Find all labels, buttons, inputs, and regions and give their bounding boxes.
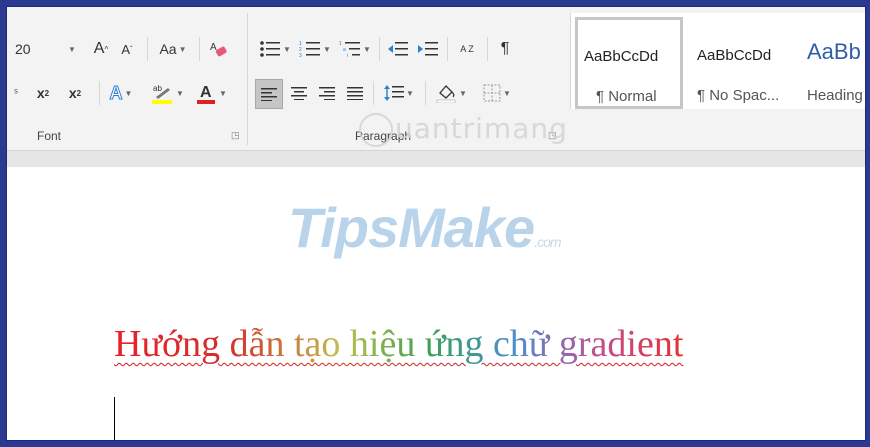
strikethrough-icon[interactable]: ˢ: [11, 81, 21, 105]
highlight-color-button[interactable]: ab ▼: [149, 81, 185, 105]
align-right-icon[interactable]: [315, 81, 339, 105]
borders-button[interactable]: ▼: [477, 81, 517, 105]
styles-gallery: AaBbCcDd ¶ Normal AaBbCcDd ¶ No Spac... …: [570, 13, 865, 109]
style-name-label: Heading: [807, 87, 863, 104]
subscript-icon[interactable]: x2: [31, 81, 55, 105]
multilevel-list-button[interactable]: 1 a i ▼: [337, 37, 373, 61]
font-size-dropdown-icon[interactable]: ▼: [65, 37, 77, 61]
text-effects-icon: A: [109, 82, 123, 103]
pilcrow-icon: ¶: [500, 40, 510, 57]
svg-text:i: i: [347, 53, 348, 58]
bullets-button[interactable]: ▼: [257, 37, 293, 61]
svg-text:3: 3: [299, 53, 302, 58]
text-cursor: [114, 397, 115, 440]
grow-font-icon[interactable]: A ^: [89, 37, 113, 61]
clear-formatting-icon[interactable]: A: [205, 37, 231, 61]
document-area-top-gap: [7, 151, 865, 168]
style-heading[interactable]: AaBb Heading: [799, 17, 865, 109]
font-size-combobox[interactable]: 20: [15, 37, 63, 61]
font-color-button[interactable]: A ▼: [193, 81, 229, 105]
justify-icon[interactable]: [343, 81, 367, 105]
shrink-font-icon[interactable]: Aˇ: [115, 37, 139, 61]
svg-text:1: 1: [339, 41, 342, 47]
style-sample-text: AaBbCcDd: [697, 47, 772, 64]
style-sample-text: AaBb: [807, 39, 861, 64]
superscript-icon[interactable]: x2: [63, 81, 87, 105]
align-left-button[interactable]: [255, 79, 283, 109]
font-group-label: Font: [37, 129, 62, 143]
increase-indent-icon[interactable]: [415, 37, 441, 61]
svg-text:ab: ab: [153, 84, 162, 93]
document-page[interactable]: TipsMake.com Hướng dẫn tạo hiệu ứng chữ …: [7, 167, 865, 440]
line-spacing-icon: [384, 85, 405, 101]
change-case-button[interactable]: Aa ▼: [153, 37, 193, 61]
bullets-icon: [260, 41, 281, 57]
font-dialog-launcher-icon[interactable]: ◳: [231, 130, 241, 140]
quantrimang-watermark: uantrimang: [359, 112, 568, 147]
multilevel-list-icon: 1ai: [339, 41, 361, 58]
font-color-icon: A: [197, 84, 216, 104]
text-effects-button[interactable]: A ▼: [105, 81, 137, 105]
font-size-value: 20: [15, 41, 31, 57]
tipsmake-watermark-logo: TipsMake.com: [288, 196, 562, 259]
sort-button[interactable]: A Z: [453, 37, 481, 61]
highlight-pen-icon: ab: [152, 84, 173, 104]
style-normal[interactable]: AaBbCcDd ¶ Normal: [575, 17, 683, 109]
align-center-icon[interactable]: [287, 81, 311, 105]
style-name-label: ¶ No Spac...: [697, 87, 780, 104]
numbering-button[interactable]: 1 2 3 ▼: [297, 37, 333, 61]
numbering-icon: 123: [299, 41, 321, 58]
svg-text:A: A: [200, 84, 212, 101]
decrease-indent-icon[interactable]: [385, 37, 411, 61]
style-name-label: ¶ Normal: [596, 88, 657, 105]
style-no-spacing[interactable]: AaBbCcDd ¶ No Spac...: [689, 17, 793, 109]
style-sample-text: AaBbCcDd: [584, 48, 659, 65]
line-spacing-button[interactable]: ▼: [379, 81, 419, 105]
change-case-label: Aa: [159, 41, 177, 57]
show-formatting-button[interactable]: ¶: [493, 37, 517, 61]
sort-label: A Z: [460, 43, 474, 54]
borders-icon: [483, 84, 501, 102]
align-left-icon: [261, 88, 277, 101]
word-window: 20 ▼ A ^ Aˇ Aa ▼ A ˢ x2 x2 A ▼ ab ▼ A ▼ Font …: [6, 6, 866, 441]
svg-text:a: a: [343, 47, 346, 53]
gradient-heading-text[interactable]: Hướng dẫn tạo hiệu ứng chữ gradient: [114, 322, 683, 366]
paint-bucket-icon: [436, 85, 456, 103]
shading-button[interactable]: ▼: [431, 81, 471, 105]
